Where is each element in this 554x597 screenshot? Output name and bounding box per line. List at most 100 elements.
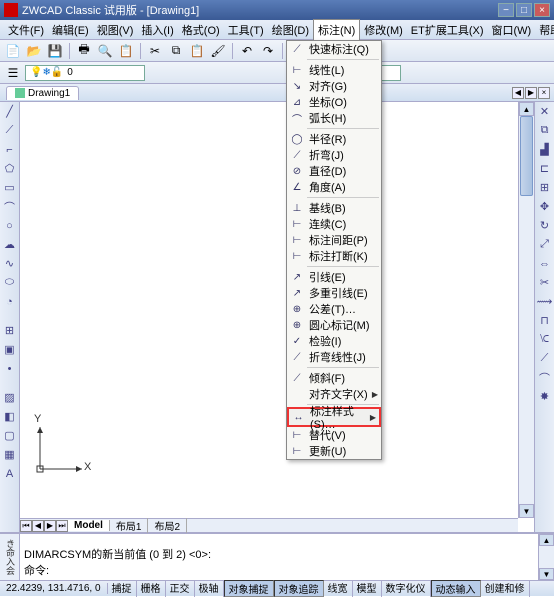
revcloud-icon[interactable]: ☁: [2, 237, 17, 252]
menu-item-15[interactable]: ⊢标注打断(K): [287, 248, 381, 264]
insert-icon[interactable]: ⊞: [2, 323, 17, 338]
sheet-nav-first-icon[interactable]: ⏮: [20, 520, 32, 532]
menu-item-4[interactable]: ⊿坐标(O): [287, 94, 381, 110]
menu-item-9[interactable]: ⊘直径(D): [287, 163, 381, 179]
break-icon[interactable]: ⊓: [537, 313, 552, 328]
explode-icon[interactable]: ✸: [537, 389, 552, 404]
paste-icon[interactable]: 📋: [188, 42, 206, 60]
layer-combo[interactable]: 💡❄🔓 0: [25, 65, 145, 81]
layer-manager-icon[interactable]: ☰: [4, 64, 22, 82]
open-icon[interactable]: 📂: [25, 42, 43, 60]
menu-6[interactable]: 绘图(D): [268, 20, 313, 40]
command-input[interactable]: DIMARCSYM的新当前值 (0 到 2) <0>: 命令:: [20, 534, 538, 580]
status-5[interactable]: 对象追踪: [274, 580, 324, 597]
cmd-scroll-down-icon[interactable]: ▼: [539, 568, 554, 580]
redo-icon[interactable]: ↷: [259, 42, 277, 60]
menu-item-27[interactable]: ↔标注样式(S)…▶: [289, 409, 379, 425]
menu-item-5[interactable]: ⌒弧长(H): [287, 110, 381, 126]
cmd-scroll-up-icon[interactable]: ▲: [539, 534, 554, 546]
ellipse-icon[interactable]: ⬭: [2, 275, 17, 290]
menu-3[interactable]: 插入(I): [137, 20, 177, 40]
hatch-icon[interactable]: ▨: [2, 390, 17, 405]
status-8[interactable]: 数字化仪: [382, 580, 431, 597]
status-10[interactable]: 创建和修: [481, 580, 530, 597]
rotate-icon[interactable]: ↻: [537, 218, 552, 233]
offset-icon[interactable]: ⊏: [537, 161, 552, 176]
sheet-nav-prev-icon[interactable]: ◀: [32, 520, 44, 532]
region-icon[interactable]: ▢: [2, 428, 17, 443]
menu-5[interactable]: 工具(T): [224, 20, 268, 40]
tab-nav-close-icon[interactable]: ×: [538, 87, 550, 99]
rect-icon[interactable]: ▭: [2, 180, 17, 195]
menu-item-10[interactable]: ∠角度(A): [287, 179, 381, 195]
new-icon[interactable]: 📄: [4, 42, 22, 60]
menu-item-19[interactable]: ⊕公差(T)…: [287, 301, 381, 317]
menu-item-7[interactable]: ◯半径(R): [287, 131, 381, 147]
menu-item-21[interactable]: ✓检验(I): [287, 333, 381, 349]
menu-item-28[interactable]: ⊢替代(V): [287, 427, 381, 443]
preview-icon[interactable]: 🔍: [96, 42, 114, 60]
block-icon[interactable]: ▣: [2, 342, 17, 357]
menu-4[interactable]: 格式(O): [178, 20, 224, 40]
line-icon[interactable]: ╱: [2, 104, 17, 119]
status-7[interactable]: 模型: [353, 580, 382, 597]
chamfer-icon[interactable]: ⟋: [537, 351, 552, 366]
copy-obj-icon[interactable]: ⧉: [537, 123, 552, 138]
match-icon[interactable]: 🖌: [209, 42, 227, 60]
ellipse-arc-icon[interactable]: ◔: [2, 294, 17, 309]
menu-10[interactable]: 窗口(W): [488, 20, 536, 40]
maximize-button[interactable]: □: [516, 3, 532, 17]
menu-item-22[interactable]: ⟋折弯线性(J): [287, 349, 381, 365]
command-scrollbar[interactable]: ▲ ▼: [538, 534, 554, 580]
extend-icon[interactable]: ⟿: [537, 294, 552, 309]
pline-icon[interactable]: ⌐: [2, 142, 17, 157]
array-icon[interactable]: ⊞: [537, 180, 552, 195]
scroll-down-icon[interactable]: ▼: [519, 504, 534, 518]
menu-item-8[interactable]: ⟋折弯(J): [287, 147, 381, 163]
vertical-scrollbar[interactable]: ▲ ▼: [518, 102, 534, 518]
menu-11[interactable]: 帮助(H): [535, 20, 554, 40]
xline-icon[interactable]: ⟋: [2, 123, 17, 138]
status-2[interactable]: 正交: [166, 580, 195, 597]
menu-item-17[interactable]: ↗引线(E): [287, 269, 381, 285]
table-icon[interactable]: ▦: [2, 447, 17, 462]
drawing-canvas[interactable]: X Y: [20, 102, 518, 518]
menu-7[interactable]: 标注(N): [313, 19, 360, 40]
gradient-icon[interactable]: ◧: [2, 409, 17, 424]
scale-icon[interactable]: ⤢: [537, 237, 552, 252]
sheet-tab-model[interactable]: Model: [68, 520, 110, 531]
scroll-up-icon[interactable]: ▲: [519, 102, 534, 116]
menu-item-18[interactable]: ↗多重引线(E): [287, 285, 381, 301]
sheet-nav-last-icon[interactable]: ⏭: [56, 520, 68, 532]
sheet-tab-layout2[interactable]: 布局2: [148, 518, 187, 533]
undo-icon[interactable]: ↶: [238, 42, 256, 60]
print-icon[interactable]: 🖶: [75, 42, 93, 60]
sheet-nav-next-icon[interactable]: ▶: [44, 520, 56, 532]
menu-item-14[interactable]: ⊢标注间距(P): [287, 232, 381, 248]
menu-item-25[interactable]: 对齐文字(X)▶: [287, 386, 381, 402]
scroll-thumb[interactable]: [520, 116, 533, 196]
polygon-icon[interactable]: ⬠: [2, 161, 17, 176]
menu-item-13[interactable]: ⊢连续(C): [287, 216, 381, 232]
menu-9[interactable]: ET扩展工具(X): [407, 20, 488, 40]
trim-icon[interactable]: ✂: [537, 275, 552, 290]
menu-8[interactable]: 修改(M): [360, 20, 407, 40]
erase-icon[interactable]: ✕: [537, 104, 552, 119]
save-icon[interactable]: 💾: [46, 42, 64, 60]
point-icon[interactable]: •: [2, 361, 17, 376]
tab-nav-right-icon[interactable]: ▶: [525, 87, 537, 99]
stretch-icon[interactable]: ⇔: [537, 256, 552, 271]
tab-nav-left-icon[interactable]: ◀: [512, 87, 524, 99]
sheet-tab-layout1[interactable]: 布局1: [110, 518, 149, 533]
spline-icon[interactable]: ∿: [2, 256, 17, 271]
copy-icon[interactable]: ⧉: [167, 42, 185, 60]
menu-item-29[interactable]: ⊢更新(U): [287, 443, 381, 459]
status-4[interactable]: 对象捕捉: [224, 580, 274, 597]
join-icon[interactable]: ⟈: [537, 332, 552, 347]
doc-tab[interactable]: Drawing1: [6, 86, 79, 100]
menu-item-20[interactable]: ⊕圆心标记(M): [287, 317, 381, 333]
status-1[interactable]: 栅格: [137, 580, 166, 597]
status-3[interactable]: 极轴: [195, 580, 224, 597]
status-0[interactable]: 捕捉: [108, 580, 137, 597]
menu-item-12[interactable]: ⊥基线(B): [287, 200, 381, 216]
